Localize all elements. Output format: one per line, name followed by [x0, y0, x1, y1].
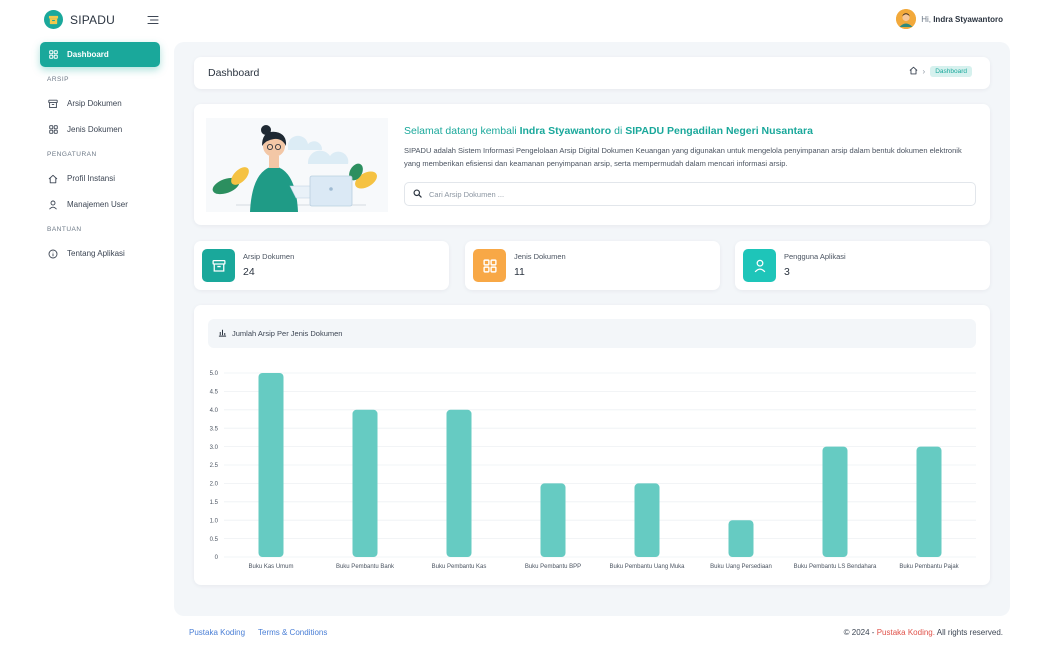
footer-link-terms[interactable]: Terms & Conditions [258, 628, 327, 637]
y-tick-label: 1.5 [210, 500, 219, 506]
sidebar-item-tentang-aplikasi[interactable]: Tentang Aplikasi [40, 241, 160, 266]
y-tick-label: 0.5 [210, 537, 219, 543]
stat-value: 11 [514, 266, 525, 278]
welcome-illustration [206, 118, 388, 212]
chart-bar [352, 409, 378, 557]
sidebar-item-label: Arsip Dokumen [67, 99, 122, 108]
chart-bar [822, 446, 848, 557]
breadcrumb: › Dashboard [909, 66, 972, 77]
stat-card-arsip-dokumen[interactable]: Arsip Dokumen 24 [194, 241, 449, 290]
avatar [896, 9, 917, 29]
welcome-description: SIPADU adalah Sistem Informasi Pengelola… [404, 146, 962, 168]
y-tick-label: 3.5 [210, 426, 219, 432]
copyright-brand-link[interactable]: Pustaka Koding. [877, 628, 935, 637]
archive-icon [202, 249, 235, 282]
x-tick-label: Buku Pembantu Pajak [899, 564, 959, 570]
x-tick-label: Buku Pembantu LS Bendahara [794, 564, 877, 570]
sidebar: Dashboard ARSIP Arsip Dokumen Jenis Doku… [40, 42, 160, 267]
sidebar-item-jenis-dokumen[interactable]: Jenis Dokumen [40, 117, 160, 142]
bar-chart: 0 0.5 1.0 1.5 2.0 2.5 3.0 3.5 4.0 4.5 5.0 Buku Kas … [210, 371, 976, 570]
y-tick-label: 2.5 [210, 463, 219, 469]
welcome-org: SIPADU Pengadilan Negeri Nusantara [625, 125, 813, 137]
brand[interactable]: SIPADU [44, 10, 115, 29]
sidebar-item-label: Dashboard [67, 50, 109, 59]
x-tick-label: Buku Pembantu Kas [432, 564, 487, 570]
sidebar-item-manajemen-user[interactable]: Manajemen User [40, 192, 160, 217]
sidebar-item-label: Jenis Dokumen [67, 125, 123, 134]
top-bar: SIPADU Hi, Indra Styawantoro [0, 0, 1050, 40]
user-icon [743, 249, 776, 282]
welcome-user: Indra Styawantoro [519, 125, 612, 137]
sidebar-item-arsip-dokumen[interactable]: Arsip Dokumen [40, 91, 160, 116]
chart-bar [540, 483, 566, 557]
grid-icon [48, 125, 58, 135]
info-icon [48, 249, 58, 259]
chart-bar [446, 409, 472, 557]
search-icon [413, 188, 422, 200]
footer-link-pustaka-koding[interactable]: Pustaka Koding [189, 628, 245, 637]
footer: Pustaka Koding Terms & Conditions © 2024… [0, 628, 1050, 642]
x-tick-label: Buku Kas Umum [248, 564, 293, 570]
chart-bar [258, 373, 284, 557]
x-tick-label: Buku Uang Persediaan [710, 564, 772, 570]
app-name: SIPADU [70, 12, 115, 27]
user-icon [48, 200, 58, 210]
stat-label: Jenis Dokumen [514, 252, 566, 261]
chevron-right-icon: › [922, 67, 926, 76]
y-tick-label: 3.0 [210, 445, 219, 451]
x-tick-label: Buku Pembantu Uang Muka [609, 564, 685, 570]
user-greeting: Hi, Indra Styawantoro [921, 14, 1003, 24]
stat-value: 24 [243, 266, 255, 278]
search-bar[interactable] [404, 182, 976, 206]
archive-logo-icon [44, 10, 63, 29]
sidebar-item-dashboard[interactable]: Dashboard [40, 42, 160, 67]
grid-icon [473, 249, 506, 282]
user-name: Indra Styawantoro [933, 14, 1003, 24]
chart-bar [728, 520, 754, 557]
stat-card-pengguna-aplikasi[interactable]: Pengguna Aplikasi 3 [735, 241, 990, 290]
breadcrumb-current: Dashboard [930, 66, 972, 77]
archive-icon [48, 99, 58, 109]
stat-card-jenis-dokumen[interactable]: Jenis Dokumen 11 [465, 241, 720, 290]
main-content: Dashboard › Dashboard Selamat datang kem… [174, 42, 1010, 616]
stat-value: 3 [784, 266, 790, 278]
sidebar-item-profil-instansi[interactable]: Profil Instansi [40, 166, 160, 191]
y-tick-label: 5.0 [210, 371, 219, 377]
y-tick-label: 1.0 [210, 518, 219, 524]
sidebar-heading-pengaturan: PENGATURAN [47, 151, 97, 158]
welcome-title: Selamat datang kembali Indra Styawantoro… [404, 125, 813, 137]
chart-card: Jumlah Arsip Per Jenis Dokumen 0 0.5 1.0 1.… [194, 305, 990, 585]
x-tick-label: Buku Pembantu BPP [525, 564, 581, 570]
sidebar-heading-bantuan: BANTUAN [47, 226, 82, 233]
welcome-card: Selamat datang kembali Indra Styawantoro… [194, 104, 990, 225]
y-tick-label: 4.5 [210, 390, 219, 396]
chart-bar [916, 446, 942, 557]
sidebar-item-label: Tentang Aplikasi [67, 249, 125, 258]
sidebar-heading-arsip: ARSIP [47, 76, 70, 83]
hamburger-icon[interactable] [147, 14, 159, 26]
home-icon[interactable] [909, 66, 918, 77]
stat-label: Pengguna Aplikasi [784, 252, 846, 261]
copyright: © 2024 - Pustaka Koding. All rights rese… [843, 628, 1003, 637]
grid-icon [48, 50, 58, 60]
chart-bar [634, 483, 660, 557]
user-menu[interactable]: Hi, Indra Styawantoro [896, 9, 1003, 29]
page-header: Dashboard › Dashboard [194, 57, 990, 89]
y-tick-label: 4.0 [210, 408, 219, 414]
search-input[interactable] [429, 189, 949, 199]
y-tick-label: 0 [215, 555, 219, 561]
y-tick-label: 2.0 [210, 482, 219, 488]
page-title: Dashboard [208, 67, 260, 79]
sidebar-item-label: Profil Instansi [67, 174, 116, 183]
sidebar-item-label: Manajemen User [67, 200, 128, 209]
home-icon [48, 174, 58, 184]
x-tick-label: Buku Pembantu Bank [336, 564, 395, 570]
stat-label: Arsip Dokumen [243, 252, 295, 261]
